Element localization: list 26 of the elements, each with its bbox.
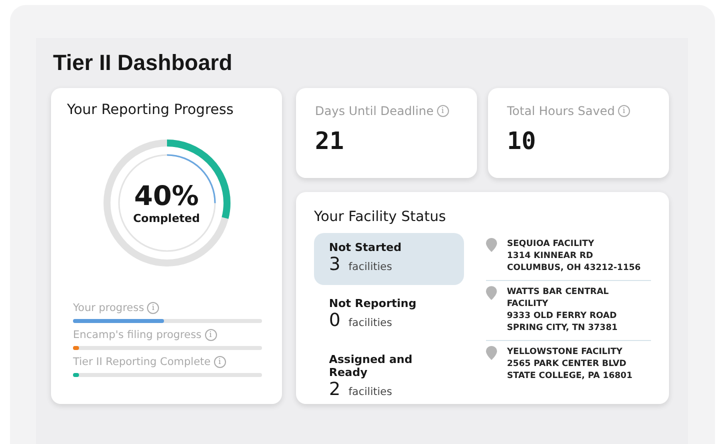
stat-label: Days Until Deadline bbox=[315, 104, 434, 118]
map-pin-icon bbox=[486, 286, 497, 300]
facility-address: YELLOWSTONE FACILITY 2565 PARK CENTER BLVD STATE COLLEGE, PA 16801 bbox=[507, 346, 632, 382]
bar-label: Tier II Reporting Complete bbox=[73, 356, 211, 368]
info-icon[interactable]: i bbox=[618, 105, 630, 117]
status-group[interactable]: Assigned and Ready 2 facilities bbox=[314, 345, 464, 397]
map-pin-icon bbox=[486, 346, 497, 360]
page-title: Tier II Dashboard bbox=[53, 50, 234, 76]
stat-value: 10 bbox=[507, 127, 537, 155]
status-group[interactable]: Not Started 3 facilities bbox=[314, 233, 464, 285]
card-title: Your Facility Status bbox=[314, 209, 447, 225]
card-title: Your Reporting Progress bbox=[67, 102, 235, 118]
percent-caption: Completed bbox=[133, 212, 200, 225]
facility-address: SEQUIOA FACILITY 1314 KINNEAR RD COLUMBUS, OH 43212-1156 bbox=[507, 238, 641, 274]
percent-value: 40% bbox=[134, 181, 199, 212]
info-icon[interactable]: i bbox=[214, 356, 226, 368]
map-pin-icon bbox=[486, 238, 497, 252]
bar-label: Your progress bbox=[73, 302, 144, 314]
info-icon[interactable]: i bbox=[436, 105, 449, 117]
bar-label: Encamp's filing progress bbox=[73, 329, 202, 341]
info-icon[interactable]: i bbox=[204, 329, 217, 341]
facility-address: WATTS BAR CENTRAL FACILITY 9333 OLD FERRY ROAD SPRING CITY, TN 37381 bbox=[506, 286, 619, 334]
stat-value: 21 bbox=[315, 127, 345, 155]
stat-label: Total Hours Saved bbox=[507, 104, 615, 118]
info-icon[interactable]: i bbox=[147, 302, 160, 314]
status-group[interactable]: Not Reporting 0 facilities bbox=[314, 289, 464, 341]
